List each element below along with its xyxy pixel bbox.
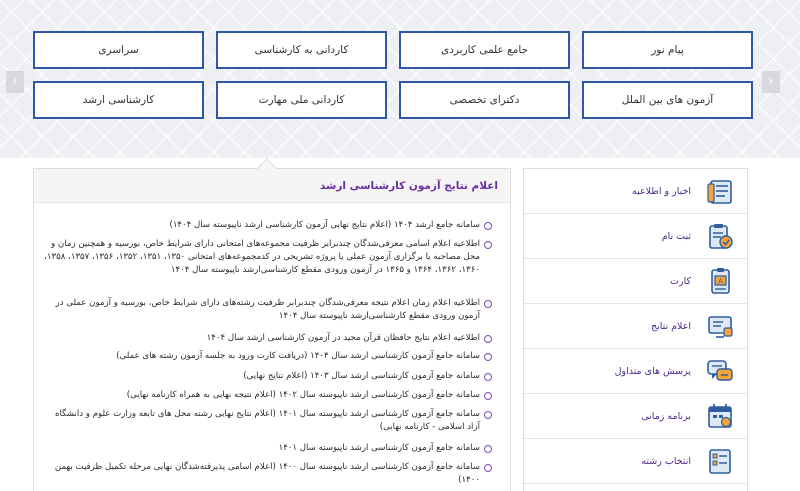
- sidebar-item-field-selection[interactable]: انتخاب رشته: [524, 439, 747, 484]
- circle-bullet-icon: [484, 445, 492, 453]
- news-item-text: سامانه جامع آزمون کارشناسی ارشد ناپیوسته…: [54, 409, 480, 432]
- sidebar-item-label: برنامه زمانی: [641, 410, 691, 422]
- category-button-doctora[interactable]: دکترای تخصصی: [399, 81, 570, 119]
- quick-access-sidebar: اخبار و اطلاعیه ثبت نام کارت A اعلام نتا…: [523, 168, 748, 491]
- category-button-jame-elmi[interactable]: جامع علمی کاربردی: [399, 31, 570, 69]
- circle-bullet-icon: [484, 335, 492, 343]
- circle-bullet-icon: [484, 373, 492, 381]
- sidebar-item-card[interactable]: کارت A: [524, 259, 747, 304]
- sidebar-item-label: اخبار و اطلاعیه: [632, 185, 691, 197]
- sidebar-item-faq[interactable]: پرسش های متداول: [524, 349, 747, 394]
- circle-bullet-icon: [484, 241, 492, 249]
- sidebar-item-news[interactable]: اخبار و اطلاعیه: [524, 169, 747, 214]
- category-button-grid: پیام نور جامع علمی کاربردی کاردانی به کا…: [33, 31, 753, 119]
- news-item-text: سامانه جامع آزمون کارشناسی ارشد سال ۱۴۰۳…: [243, 371, 480, 381]
- category-button-kardani-melli[interactable]: کاردانی ملی مهارت: [216, 81, 387, 119]
- registration-clipboard-icon: [709, 224, 733, 249]
- calendar-icon: [708, 404, 732, 428]
- id-card-icon: A: [711, 268, 730, 294]
- news-item[interactable]: سامانه جامع ارشد ۱۴۰۴ (اعلام نتایج نهایی…: [40, 219, 492, 232]
- svg-text:A: A: [718, 278, 723, 286]
- news-item-text: اطلاعیه اعلام اسامی معرفی‌شدگان چندبرابر…: [44, 239, 480, 275]
- circle-bullet-icon: [484, 464, 492, 472]
- news-item[interactable]: سامانه جامع آزمون کارشناسی ارشد ناپیوسته…: [40, 461, 492, 487]
- news-item[interactable]: اطلاعیه اعلام اسامی معرفی‌شدگان چندبرابر…: [40, 238, 492, 277]
- results-screen-icon: [708, 316, 733, 338]
- sidebar-item-label: ثبت نام: [661, 230, 691, 242]
- circle-bullet-icon: [484, 222, 492, 230]
- category-button-karshenasi-arshad[interactable]: کارشناسی ارشد: [33, 81, 204, 119]
- category-button-kardani-karshenasi[interactable]: کاردانی به کارشناسی: [216, 31, 387, 69]
- circle-bullet-icon: [484, 392, 492, 400]
- header-notch: [257, 158, 277, 178]
- sidebar-item-label: پرسش های متداول: [614, 365, 691, 377]
- news-item-text: سامانه جامع آزمون کارشناسی ارشد سال ۱۴۰۴…: [116, 351, 480, 361]
- circle-bullet-icon: [484, 300, 492, 308]
- news-item-text: سامانه جامع آزمون کارشناسی ارشد ناپیوسته…: [54, 462, 480, 485]
- news-item-text: سامانه جامع ارشد ۱۴۰۴ (اعلام نتایج نهایی…: [169, 220, 480, 230]
- news-item[interactable]: اطلاعیه اعلام زمان اعلام نتیجه معرفی‌شدگ…: [40, 297, 492, 323]
- news-item-text: سامانه جامع آزمون کارشناسی ارشد ناپیوسته…: [126, 390, 480, 400]
- category-button-beinolmelal[interactable]: آزمون های بین الملل: [582, 81, 753, 119]
- chevron-left-icon: ‹: [12, 74, 18, 89]
- news-item-text: اطلاعیه اعلام نتایج حافظان قرآن مجید در …: [206, 333, 480, 343]
- circle-bullet-icon: [484, 411, 492, 419]
- sidebar-item-label: کارت: [670, 275, 691, 287]
- chevron-right-icon: ›: [768, 74, 774, 89]
- news-item[interactable]: سامانه جامع آزمون کارشناسی ارشد سال ۱۴۰۴…: [40, 350, 492, 363]
- news-item[interactable]: سامانه جامع آزمون کارشناسی ارشد ناپیوسته…: [40, 408, 492, 434]
- sidebar-item-results[interactable]: اعلام نتایج: [524, 304, 747, 349]
- selection-list-icon: [709, 449, 731, 474]
- sidebar-item-label: انتخاب رشته: [641, 455, 691, 467]
- news-item[interactable]: سامانه جامع آزمون کارشناسی ارشد ناپیوسته…: [40, 442, 492, 455]
- news-item-text: اطلاعیه اعلام زمان اعلام نتیجه معرفی‌شدگ…: [55, 298, 480, 321]
- faq-chat-icon: [707, 360, 733, 381]
- banner-next-button[interactable]: ›: [762, 71, 780, 93]
- content-title: اعلام نتایج آزمون کارشناسی ارشد: [319, 180, 498, 192]
- news-document-icon: [707, 180, 732, 204]
- circle-bullet-icon: [484, 353, 492, 361]
- news-item[interactable]: اطلاعیه اعلام نتایج حافظان قرآن مجید در …: [40, 332, 492, 345]
- sidebar-item-schedule[interactable]: برنامه زمانی: [524, 394, 747, 439]
- sidebar-item-label: اعلام نتایج: [650, 320, 691, 332]
- content-header: اعلام نتایج آزمون کارشناسی ارشد: [34, 158, 510, 203]
- news-item[interactable]: سامانه جامع آزمون کارشناسی ارشد سال ۱۴۰۳…: [40, 370, 492, 383]
- banner-prev-button[interactable]: ‹: [6, 71, 24, 93]
- sidebar-item-registration[interactable]: ثبت نام: [524, 214, 747, 259]
- news-content-panel: اعلام نتایج آزمون کارشناسی ارشد سامانه ج…: [33, 158, 511, 491]
- category-button-sarasari[interactable]: سراسری: [33, 31, 204, 69]
- news-item[interactable]: سامانه جامع آزمون کارشناسی ارشد ناپیوسته…: [40, 389, 492, 402]
- category-button-payam-noor[interactable]: پیام نور: [582, 31, 753, 69]
- news-item-text: سامانه جامع آزمون کارشناسی ارشد ناپیوسته…: [278, 443, 480, 453]
